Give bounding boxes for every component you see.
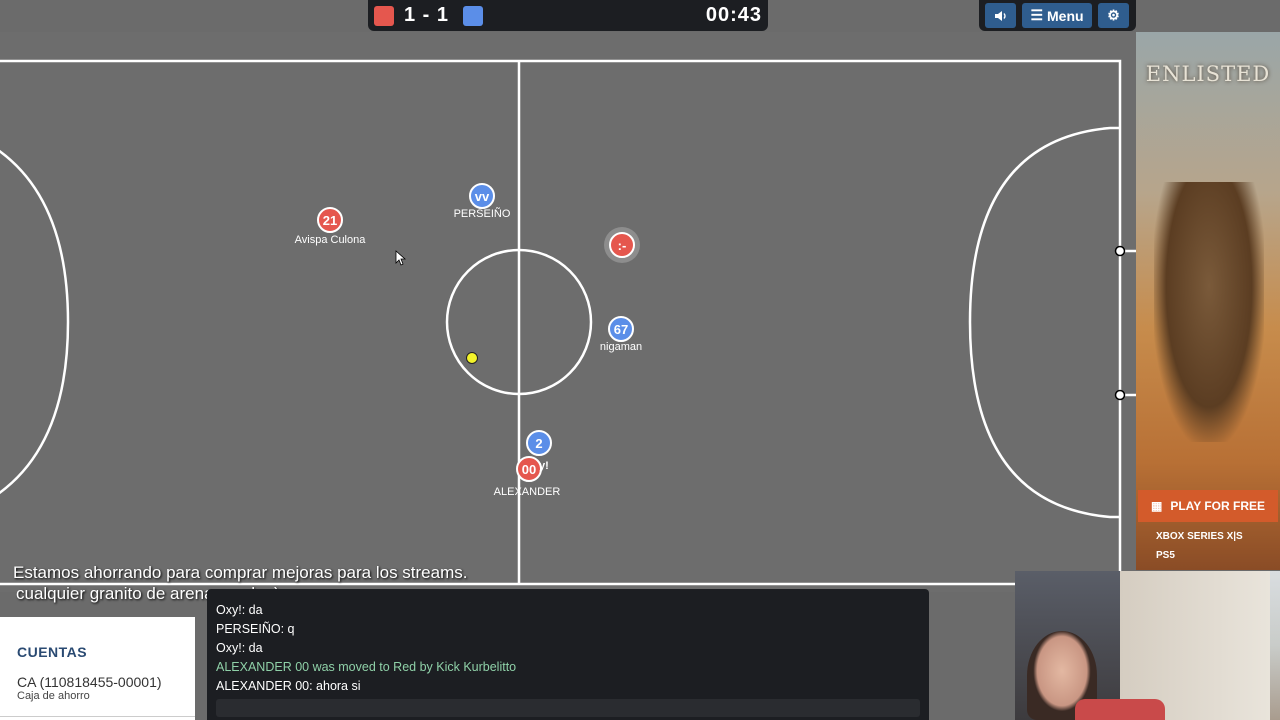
blue-team-indicator [463, 6, 483, 26]
advertisement[interactable]: ENLISTED ▦ PLAY FOR FREE XBOX SERIES X|S… [1136, 32, 1280, 570]
chat-notice: ALEXANDER 00 was moved to Red by Kick Ku… [216, 660, 517, 674]
player-disc: :- [609, 232, 635, 258]
field-boundary [0, 59, 1122, 586]
menu-button[interactable]: ☰ Menu [1022, 3, 1092, 28]
bank-panel: CUENTAS CA (110818455-00001) Caja de aho… [0, 617, 195, 720]
chat-line: Oxy!: da [216, 603, 263, 617]
red-team-indicator [374, 6, 394, 26]
chat-line: PERSEIÑO: q [216, 622, 295, 636]
player-name: ALEXANDER [493, 486, 561, 498]
chat-panel: Oxy!: da PERSEIÑO: q Oxy!: da ALEXANDER … [207, 589, 929, 720]
chat-input[interactable] [216, 699, 920, 717]
webcam-room [1120, 571, 1270, 720]
player-chat-bubble: y! [539, 460, 549, 472]
field-lines [0, 59, 1136, 586]
webcam-shirt [1075, 699, 1165, 720]
menu-label: Menu [1047, 7, 1084, 24]
right-goal-post-top [1114, 245, 1126, 257]
top-controls: ☰ Menu ⚙ [979, 0, 1136, 31]
left-penalty-arc [0, 149, 70, 495]
player-name: PERSEIÑO [453, 208, 511, 220]
chat-line: Oxy!: da [216, 641, 263, 655]
bank-account-number[interactable]: CA (110818455-00001) [17, 674, 162, 690]
player-disc: 2 [526, 430, 552, 456]
settings-button[interactable]: ⚙ [1098, 3, 1129, 28]
ball [466, 352, 478, 364]
windows-icon: ▦ [1150, 499, 1163, 513]
scoreboard: 1 - 1 00:43 [368, 0, 768, 31]
match-timer: 00:43 [705, 4, 762, 26]
divider [0, 716, 195, 717]
ad-play-button[interactable]: ▦ PLAY FOR FREE [1138, 490, 1278, 522]
player-name: Avispa Culona [294, 234, 366, 246]
sound-button[interactable] [985, 3, 1016, 28]
webcam-feed [1015, 571, 1280, 720]
right-goal-post-bottom [1114, 389, 1126, 401]
right-penalty-arc [968, 126, 1120, 519]
chat-line: ALEXANDER 00: ahora si [216, 679, 361, 693]
bank-account-type: Caja de ahorro [17, 690, 90, 702]
player-disc: vv [469, 183, 495, 209]
speaker-icon [994, 10, 1006, 21]
ad-platform-ps5: PS5 [1156, 550, 1175, 561]
ad-logo: ENLISTED [1145, 62, 1271, 86]
player-name: nigaman [599, 341, 643, 353]
ad-cta-label: PLAY FOR FREE [1170, 499, 1266, 513]
ad-artwork [1154, 182, 1264, 442]
player-disc: 67 [608, 316, 634, 342]
overlay-line-1: Estamos ahorrando para comprar mejoras p… [13, 563, 468, 582]
bank-title: CUENTAS [17, 644, 88, 660]
score: 1 - 1 [404, 4, 450, 26]
gear-icon: ⚙ [1107, 7, 1120, 23]
player-disc: 21 [317, 207, 343, 233]
ad-platform-xbox: XBOX SERIES X|S [1156, 531, 1243, 542]
hamburger-icon: ☰ [1030, 7, 1043, 23]
mouse-cursor-icon [395, 250, 407, 266]
